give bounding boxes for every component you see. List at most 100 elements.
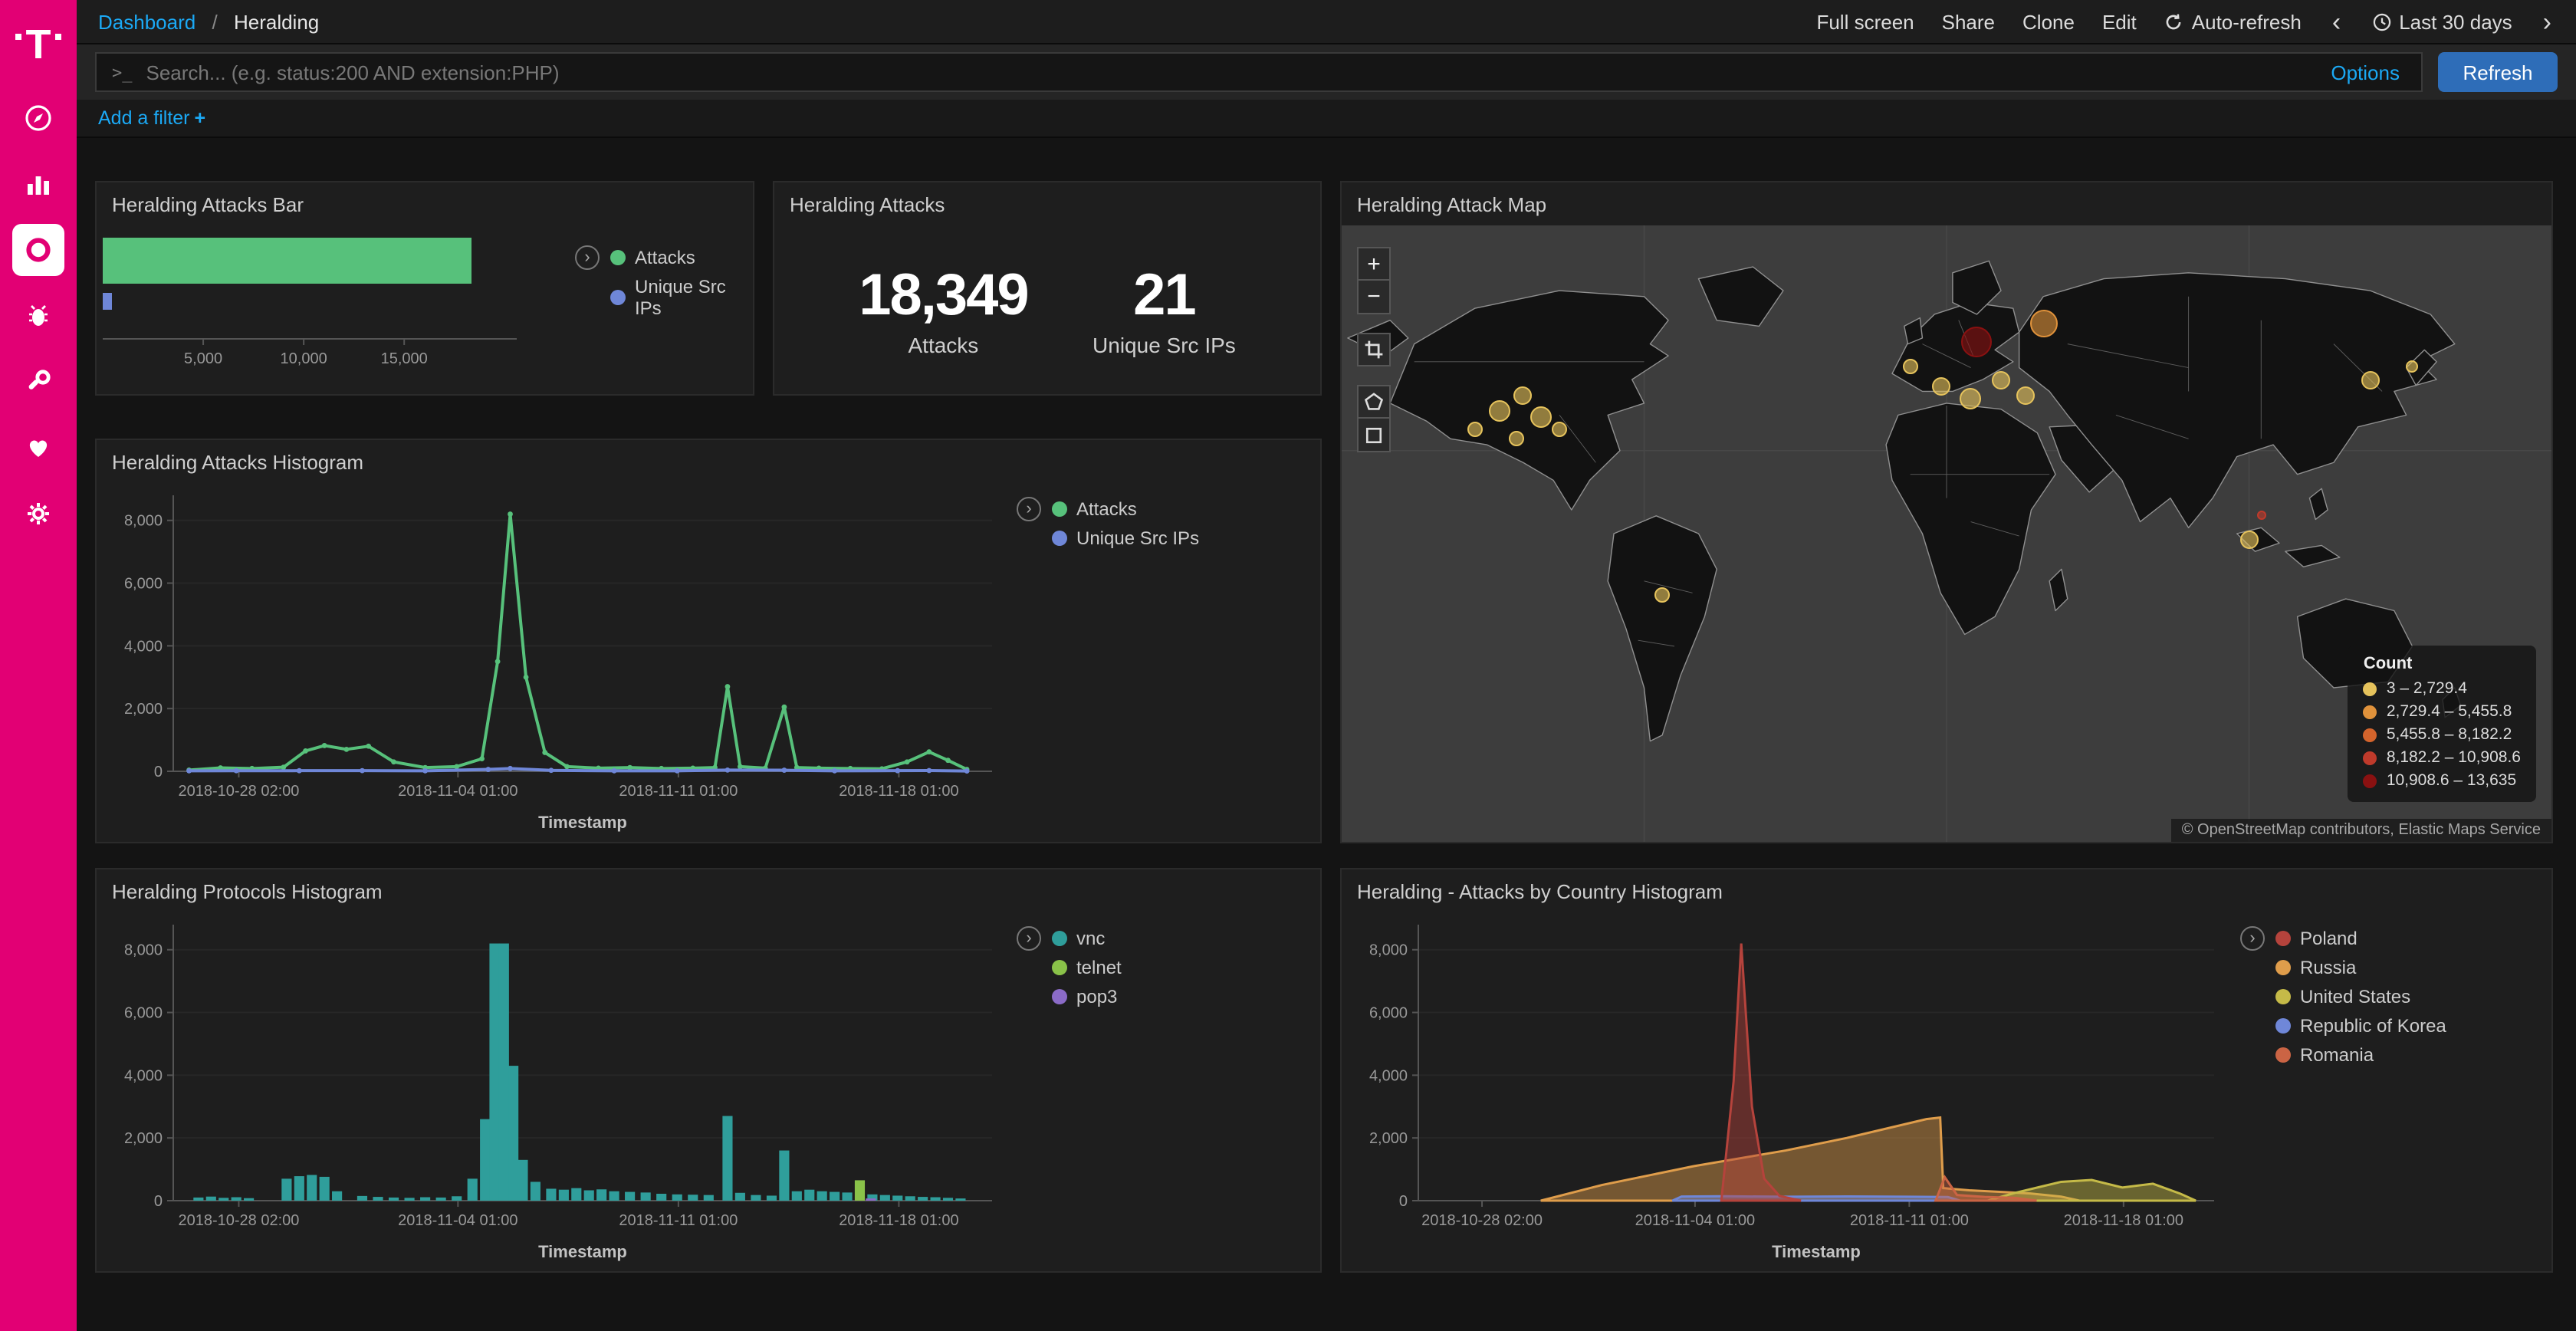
add-filter-link[interactable]: Add a filter+ (98, 107, 205, 129)
panel-title: Heralding Protocols Histogram (97, 869, 1320, 914)
legend-item[interactable]: telnet (1052, 957, 1122, 978)
map-legend-title: Count (2364, 655, 2521, 673)
polygon-tool-button[interactable] (1357, 385, 1391, 419)
map-legend-item[interactable]: 10,908.6 – 13,635 (2364, 770, 2521, 793)
legend-item[interactable]: pop3 (1052, 986, 1122, 1007)
metric-label: Attacks (859, 332, 1027, 357)
protocols-histogram-chart[interactable]: 02,0004,0006,0008,0002018-10-28 02:00201… (103, 909, 1007, 1268)
map-legend-color-dot (2364, 774, 2377, 788)
attack-location-marker[interactable] (1488, 399, 1510, 421)
svg-text:2018-11-18 01:00: 2018-11-18 01:00 (839, 1212, 958, 1229)
breadcrumb-dashboard-link[interactable]: Dashboard (98, 10, 196, 33)
dashboard-grid: Heralding Attacks Bar 5,00010,00015,000 … (77, 138, 2576, 1331)
legend-color-dot (610, 290, 626, 305)
full-screen-button[interactable]: Full screen (1816, 10, 1914, 33)
sidebar-nav (12, 92, 64, 540)
map-legend-item[interactable]: 8,182.2 – 10,908.6 (2364, 747, 2521, 770)
legend-item[interactable]: Unique Src IPs (1052, 527, 1199, 549)
map-legend-range: 8,182.2 – 10,908.6 (2387, 747, 2521, 770)
sidebar-item-discover[interactable] (12, 92, 64, 144)
attack-location-marker[interactable] (1552, 421, 1567, 436)
time-forward-button[interactable]: › (2540, 8, 2555, 35)
zoom-in-button[interactable]: + (1357, 247, 1391, 281)
legend-color-dot (2275, 989, 2291, 1004)
legend-item[interactable]: Poland (2275, 928, 2446, 949)
legend-toggle-icon[interactable]: › (1017, 926, 1041, 951)
telekom-logo[interactable]: T (16, 12, 61, 77)
attack-location-marker[interactable] (1931, 376, 1950, 395)
attacks-histogram-chart[interactable]: 02,0004,0006,0008,0002018-10-28 02:00201… (103, 480, 1007, 839)
legend-item[interactable]: Unique Src IPs (610, 276, 751, 319)
sidebar-item-monitoring[interactable] (12, 422, 64, 474)
sidebar-item-tools[interactable] (12, 356, 64, 408)
sidebar-item-settings[interactable] (12, 488, 64, 540)
sidebar-item-attacks[interactable] (12, 290, 64, 342)
plus-icon: + (195, 107, 206, 129)
legend-label: Unique Src IPs (635, 276, 751, 319)
time-range-button[interactable]: Last 30 days (2371, 10, 2512, 33)
attack-location-marker[interactable] (2240, 531, 2259, 549)
edit-button[interactable]: Edit (2102, 10, 2137, 33)
legend-toggle-icon[interactable]: › (1017, 497, 1041, 521)
legend-label: Attacks (1076, 498, 1137, 520)
share-button[interactable]: Share (1942, 10, 1995, 33)
map-legend-range: 3 – 2,729.4 (2387, 678, 2467, 701)
svg-text:2,000: 2,000 (1369, 1130, 1408, 1147)
svg-text:2018-10-28 02:00: 2018-10-28 02:00 (1421, 1212, 1543, 1229)
map-legend-item[interactable]: 2,729.4 – 5,455.8 (2364, 701, 2521, 724)
legend-item[interactable]: Romania (2275, 1044, 2446, 1066)
legend-item[interactable]: Attacks (1052, 498, 1199, 520)
attack-location-marker[interactable] (1961, 327, 1992, 358)
svg-text:2018-10-28 02:00: 2018-10-28 02:00 (178, 783, 299, 800)
refresh-button[interactable]: Refresh (2438, 52, 2558, 92)
map-draw-controls (1357, 385, 1391, 452)
attack-location-marker[interactable] (1654, 587, 1670, 603)
attack-location-marker[interactable] (2029, 311, 2057, 338)
legend-color-dot (1052, 531, 1067, 546)
legend-item[interactable]: Russia (2275, 957, 2446, 978)
attack-location-marker[interactable] (1992, 370, 2010, 389)
zoom-out-button[interactable]: − (1357, 281, 1391, 314)
map-legend-item[interactable]: 3 – 2,729.4 (2364, 678, 2521, 701)
options-link[interactable]: Options (2331, 61, 2406, 84)
crop-tool-button[interactable] (1357, 333, 1391, 366)
attacks-bar-chart[interactable]: 5,00010,00015,000 (103, 228, 563, 382)
time-back-button[interactable]: ‹ (2329, 8, 2344, 35)
attack-location-marker[interactable] (1903, 360, 1918, 375)
legend-item[interactable]: vnc (1052, 928, 1122, 949)
legend-label: vnc (1076, 928, 1105, 949)
map-legend-color-dot (2364, 705, 2377, 719)
attack-location-marker[interactable] (1960, 387, 1982, 409)
rectangle-tool-button[interactable] (1357, 419, 1391, 452)
legend-toggle-icon[interactable]: › (575, 245, 600, 270)
attack-location-marker[interactable] (2361, 370, 2379, 389)
attack-location-marker[interactable] (2407, 361, 2419, 373)
panel-title: Heralding Attacks Bar (97, 182, 753, 227)
attack-location-marker[interactable] (1530, 406, 1552, 427)
attack-location-marker[interactable] (1467, 421, 1483, 436)
legend-color-dot (2275, 1047, 2291, 1063)
legend-item[interactable]: Republic of Korea (2275, 1015, 2446, 1037)
country-histogram-chart[interactable]: 02,0004,0006,0008,0002018-10-28 02:00201… (1348, 909, 2229, 1268)
attack-location-marker[interactable] (2016, 386, 2035, 404)
attack-location-marker[interactable] (2256, 511, 2266, 520)
svg-text:8,000: 8,000 (124, 942, 163, 959)
svg-text:6,000: 6,000 (124, 1005, 163, 1022)
attack-location-marker[interactable] (1514, 386, 1533, 404)
legend-color-dot (2275, 960, 2291, 975)
map-legend-color-dot (2364, 728, 2377, 742)
sidebar-item-visualize[interactable] (12, 158, 64, 210)
clone-button[interactable]: Clone (2022, 10, 2075, 33)
attack-location-marker[interactable] (1510, 430, 1525, 445)
legend-item[interactable]: United States (2275, 986, 2446, 1007)
polygon-icon (1363, 391, 1385, 412)
auto-refresh-button[interactable]: Auto-refresh (2164, 10, 2302, 33)
sidebar-item-dashboard[interactable] (12, 224, 64, 276)
legend-toggle-icon[interactable]: › (2240, 926, 2265, 951)
map-legend-item[interactable]: 5,455.8 – 8,182.2 (2364, 724, 2521, 747)
panel-attacks-metric: Heralding Attacks 18,349 Attacks 21 Uniq… (773, 181, 1322, 396)
legend-item[interactable]: Attacks (610, 247, 751, 268)
top-navbar: Dashboard / Heralding Full screen Share … (77, 0, 2576, 44)
world-map[interactable]: + − (1342, 225, 2551, 842)
search-input[interactable] (146, 61, 2318, 84)
